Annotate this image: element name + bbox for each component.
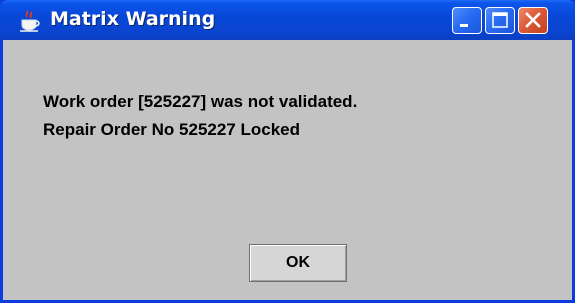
ok-button[interactable]: OK [249, 244, 347, 282]
matrix-warning-dialog: Matrix Warning Work order [525227] was n… [0, 0, 575, 303]
java-cup-icon [18, 9, 42, 33]
maximize-button[interactable] [485, 7, 515, 34]
close-button[interactable] [518, 7, 548, 34]
message-line-2: Repair Order No 525227 Locked [43, 120, 301, 139]
title-bar[interactable]: Matrix Warning [0, 0, 575, 40]
window-title: Matrix Warning [50, 8, 216, 30]
dialog-content: Work order [525227] was not validated. R… [3, 40, 572, 300]
minimize-button[interactable] [452, 7, 482, 34]
message-line-1: Work order [525227] was not validated. [43, 92, 358, 111]
